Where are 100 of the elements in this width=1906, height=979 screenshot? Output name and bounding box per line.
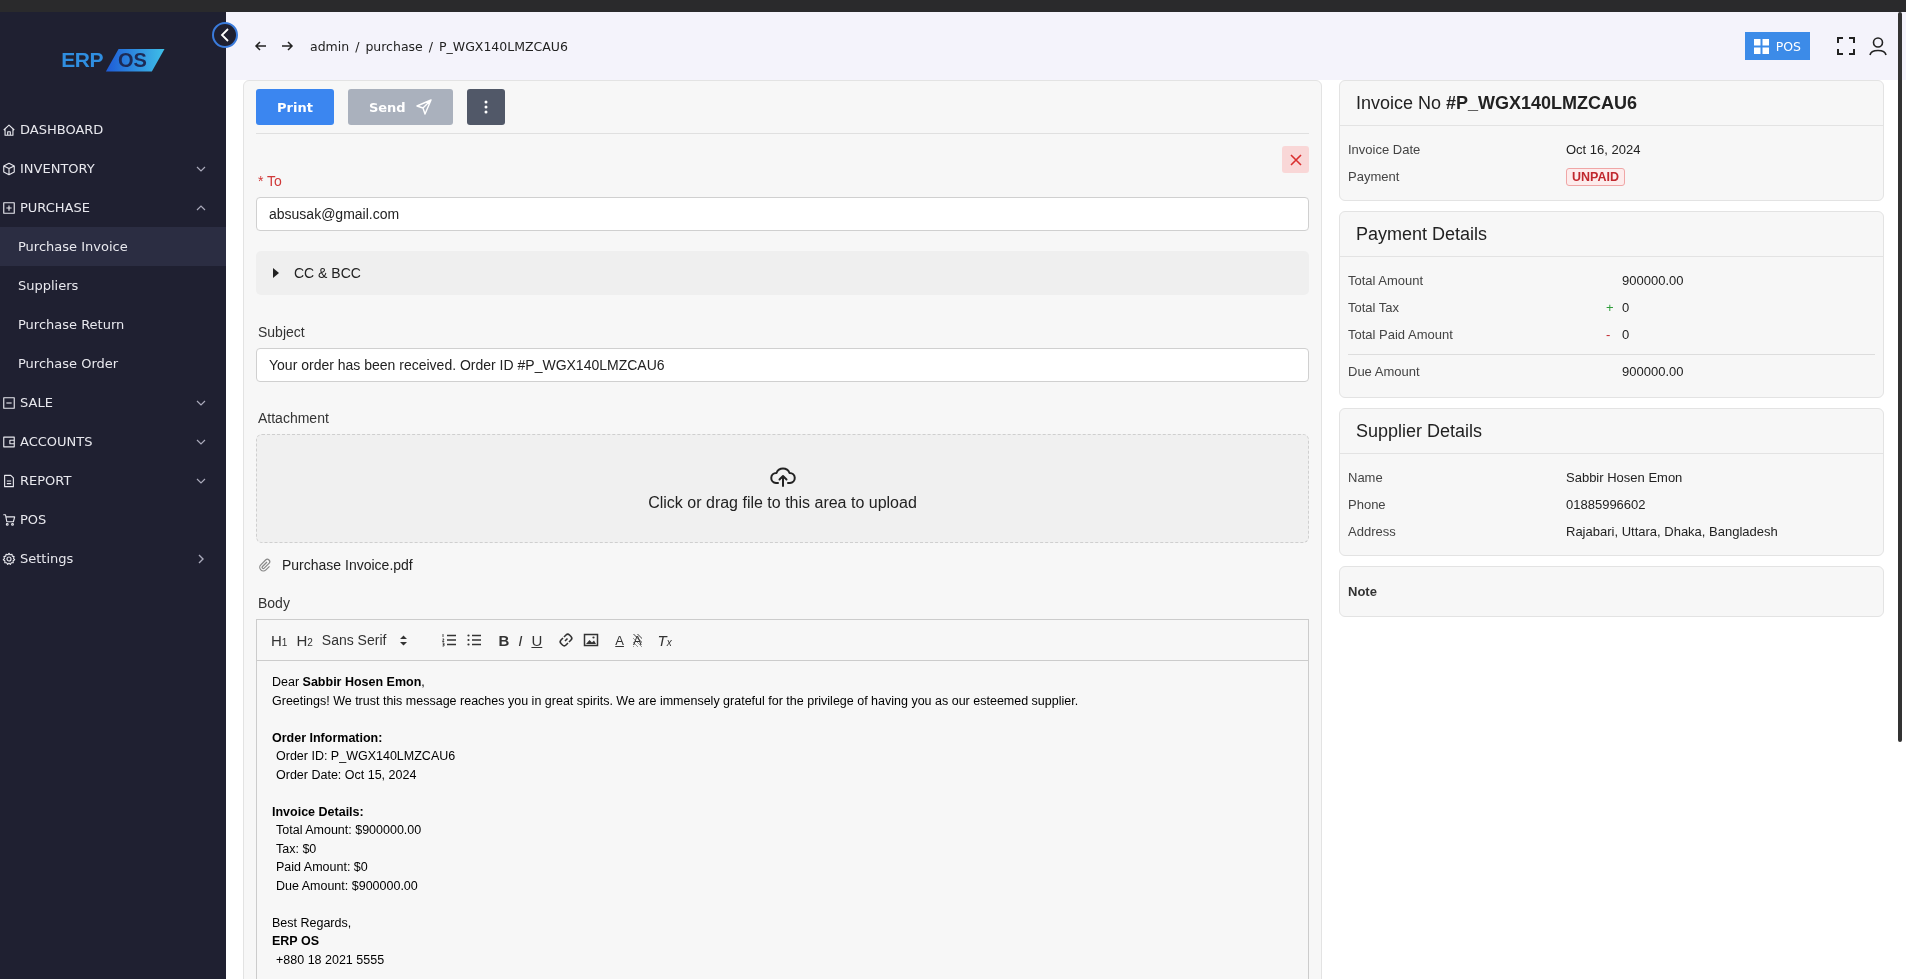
ordered-list-icon[interactable] [441, 632, 458, 648]
fullscreen-icon[interactable] [1836, 36, 1856, 56]
body-text: Paid Amount: $0 [275, 859, 369, 876]
text-color-button[interactable]: A [615, 633, 624, 647]
close-button[interactable] [1282, 146, 1309, 173]
chevron-left-icon [219, 28, 231, 42]
attachment-link[interactable]: Purchase Invoice.pdf [282, 557, 413, 573]
highlight-button[interactable]: A [632, 633, 642, 647]
body-text: Total Amount: $900000.00 [275, 822, 423, 839]
field-label: * To [258, 173, 283, 189]
sidebar-item[interactable]: SALE [0, 383, 226, 422]
image-icon[interactable] [583, 632, 600, 648]
submenu-item[interactable]: Purchase Return [0, 305, 226, 344]
plus-square-icon [2, 200, 16, 215]
detail-label: Invoice Date [1348, 142, 1422, 157]
bullet-list-icon[interactable] [466, 632, 483, 648]
detail-label: Name [1348, 470, 1384, 485]
field-label: Subject [258, 324, 306, 340]
sidebar-item[interactable]: POS [0, 500, 226, 539]
status-badge: UNPAID [1566, 167, 1625, 186]
submenu-item[interactable]: Purchase Invoice [0, 227, 226, 266]
cloud-upload-icon [769, 465, 796, 488]
grid-icon [1753, 38, 1769, 54]
detail-value: 0 [1622, 327, 1631, 342]
cart-icon [2, 512, 16, 527]
note-label: Note [1347, 583, 1378, 601]
sort-caret-icon [400, 634, 408, 646]
detail-label: Payment [1348, 169, 1401, 184]
document-icon [2, 473, 16, 488]
detail-value: 01885996602 [1566, 497, 1647, 512]
sidebar-item[interactable]: ACCOUNTS [0, 422, 226, 461]
detail-value: Oct 16, 2024 [1566, 142, 1642, 157]
sidebar-item[interactable]: PURCHASE [0, 188, 226, 227]
body-text: ERP OS [272, 933, 320, 950]
cube-icon [2, 161, 16, 176]
body-text: Order Date: Oct 15, 2024 [275, 766, 418, 784]
body-text: Tax: $0 [275, 840, 318, 858]
detail-value: 0 [1622, 300, 1631, 315]
detail-label: Total Amount [1348, 273, 1425, 288]
minus-square-icon [2, 395, 16, 410]
paper-plane-icon [415, 99, 432, 115]
bold-button[interactable]: B [498, 632, 510, 648]
invoice-title: Invoice No #P_WGX140LMZCAU6 [1356, 92, 1638, 114]
submenu-item[interactable]: Purchase Order [0, 344, 226, 383]
sign: + [1606, 300, 1615, 315]
submenu-item[interactable]: Suppliers [0, 266, 226, 305]
back-icon[interactable] [254, 39, 268, 53]
body-text: Greetings! We trust this message reaches you in great spirits. We are immensely grateful for the privilege of having you as our esteemed supplier. [272, 692, 1080, 710]
more-icon [483, 100, 488, 114]
sign: - [1606, 327, 1612, 342]
field-label: Attachment [258, 410, 330, 426]
sidebar-item[interactable]: INVENTORY [0, 149, 226, 188]
body-text: Invoice Details: [272, 803, 365, 821]
paperclip-icon [258, 558, 272, 572]
body-text: Best Regards, [272, 914, 353, 932]
caret-icon [272, 268, 280, 278]
home-icon [2, 122, 16, 137]
logo-text: ERP [61, 48, 103, 72]
print-button[interactable]: Print [256, 89, 334, 125]
cc-bcc-toggle[interactable]: CC & BCC [256, 251, 1309, 295]
sidebar-item[interactable]: DASHBOARD [0, 110, 226, 149]
gear-icon [2, 551, 16, 566]
body-text: Order Information: [272, 729, 384, 747]
breadcrumb-separator: / [428, 38, 433, 54]
card-title: Payment Details [1340, 212, 1883, 257]
detail-value: 900000.00 [1622, 273, 1685, 288]
detail-label: Address [1348, 524, 1397, 539]
upload-area[interactable]: Click or drag file to this area to upload [256, 434, 1309, 543]
sidebar-item[interactable]: Settings [0, 539, 226, 578]
user-icon[interactable] [1868, 36, 1888, 56]
italic-button[interactable]: I [518, 632, 523, 648]
breadcrumb-link[interactable]: purchase [365, 38, 423, 54]
wallet-icon [2, 434, 16, 449]
detail-label: Due Amount [1348, 363, 1421, 379]
detail-value: Sabbir Hosen Emon [1566, 470, 1684, 485]
detail-value: Rajabari, Uttara, Dhaka, Bangladesh [1566, 524, 1779, 539]
close-icon [1289, 153, 1302, 166]
subject-field[interactable]: Your order has been received. Order ID #P_WGX140LMZCAU6 [256, 348, 1309, 382]
font-select[interactable]: Sans Serif [321, 633, 408, 647]
more-button[interactable] [466, 89, 505, 125]
underline-button[interactable]: U [531, 632, 543, 648]
body-text: Dear Sabbir Hosen Emon, [272, 674, 426, 691]
detail-label: Total Paid Amount [1348, 327, 1454, 342]
logo-badge: OS [105, 48, 165, 72]
card-title: Supplier Details [1340, 409, 1883, 454]
detail-label: Phone [1348, 497, 1387, 512]
forward-icon[interactable] [280, 39, 294, 53]
body-text: Order ID: P_WGX140LMZCAU6 [275, 748, 457, 765]
chevron-icon [196, 553, 206, 564]
body-text: +880 18 2021 5555 [275, 951, 386, 969]
breadcrumb-link[interactable]: P_WGX140LMZCAU6 [439, 38, 568, 54]
breadcrumb-link[interactable]: admin [310, 38, 350, 54]
sidebar-item[interactable]: REPORT [0, 461, 226, 500]
field-label: Body [258, 595, 291, 611]
detail-label: Total Tax [1348, 300, 1401, 315]
link-icon[interactable] [558, 632, 575, 648]
upload-hint: Click or drag file to this area to upload [648, 493, 917, 512]
scrollbar[interactable] [1898, 12, 1902, 742]
to-field[interactable]: absusak@gmail.com [256, 197, 1309, 231]
breadcrumb-separator: / [355, 38, 360, 54]
